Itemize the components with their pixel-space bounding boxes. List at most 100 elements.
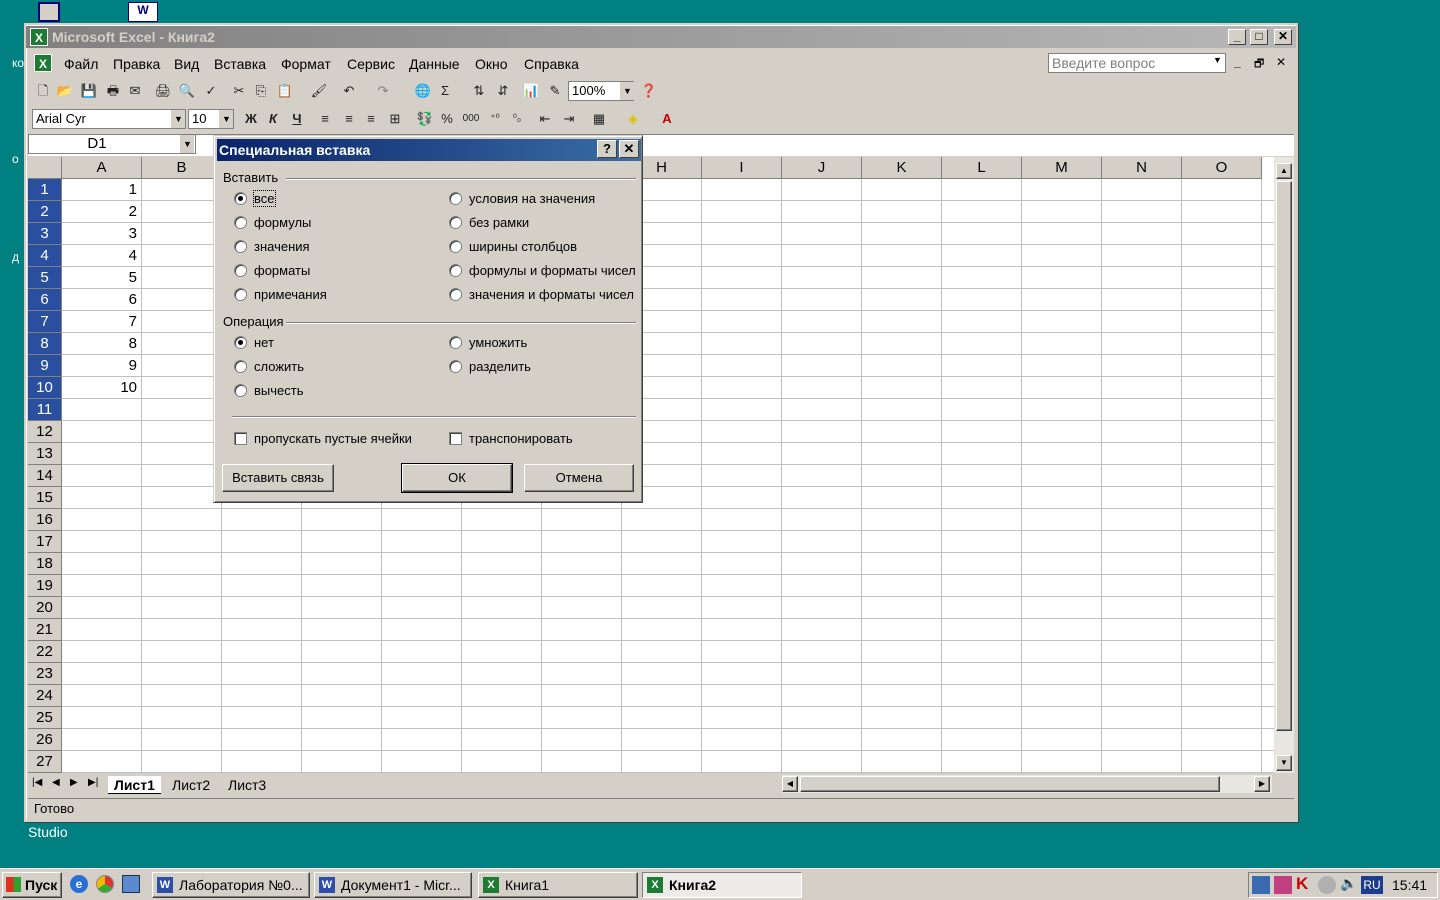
cut-icon[interactable]: ✂ bbox=[228, 80, 250, 102]
increase-decimal-icon[interactable]: ⁺⁰ bbox=[484, 108, 506, 130]
scroll-left-button[interactable]: ◀ bbox=[782, 776, 798, 792]
column-header-k[interactable]: K bbox=[862, 157, 942, 179]
menu-help[interactable]: Справка bbox=[524, 54, 579, 74]
column-header-j[interactable]: J bbox=[782, 157, 862, 179]
excel-app-icon[interactable]: X bbox=[30, 28, 48, 46]
row-header-7[interactable]: 7 bbox=[28, 311, 62, 333]
font-color-icon[interactable]: A bbox=[656, 108, 678, 130]
paste-radio-1[interactable]: формулы bbox=[232, 214, 311, 232]
next-sheet-icon[interactable]: ▶ bbox=[70, 777, 78, 788]
sheet-tab-2[interactable]: Лист2 bbox=[166, 776, 216, 794]
row-header-22[interactable]: 22 bbox=[28, 641, 62, 663]
users-icon[interactable] bbox=[1274, 876, 1292, 894]
desktop-icon-word[interactable]: W bbox=[128, 2, 158, 22]
row-header-19[interactable]: 19 bbox=[28, 575, 62, 597]
desktop-icon-display[interactable] bbox=[38, 2, 60, 22]
increase-indent-icon[interactable]: ⇥ bbox=[558, 108, 580, 130]
chrome-icon[interactable] bbox=[96, 875, 114, 893]
cell-a8[interactable]: 8 bbox=[62, 333, 140, 355]
language-indicator[interactable]: RU bbox=[1361, 876, 1383, 894]
underline-button[interactable]: Ч bbox=[286, 108, 308, 130]
ok-button[interactable]: ОК bbox=[401, 463, 513, 493]
operation-extra-radio-1[interactable]: разделить bbox=[447, 358, 531, 376]
paste-radio-2[interactable]: значения bbox=[232, 238, 310, 256]
cell-a7[interactable]: 7 bbox=[62, 311, 140, 333]
chevron-down-icon[interactable]: ▼ bbox=[180, 135, 194, 153]
print-icon[interactable]: 🖨 bbox=[152, 80, 174, 102]
permission-icon[interactable]: 🖶 bbox=[102, 80, 124, 102]
row-header-17[interactable]: 17 bbox=[28, 531, 62, 553]
email-icon[interactable]: ✉ bbox=[124, 80, 146, 102]
column-header-o[interactable]: O bbox=[1182, 157, 1262, 179]
cell-a1[interactable]: 1 bbox=[62, 179, 140, 201]
chevron-down-icon[interactable]: ▼ bbox=[219, 110, 233, 128]
column-header-n[interactable]: N bbox=[1102, 157, 1182, 179]
print-preview-icon[interactable]: 🔍 bbox=[176, 80, 198, 102]
volume-icon[interactable]: 🔈 bbox=[1340, 875, 1357, 892]
row-header-6[interactable]: 6 bbox=[28, 289, 62, 311]
row-header-12[interactable]: 12 bbox=[28, 421, 62, 443]
dialog-close-button[interactable]: ✕ bbox=[619, 140, 639, 158]
menu-format[interactable]: Формат bbox=[281, 54, 331, 74]
row-header-5[interactable]: 5 bbox=[28, 267, 62, 289]
scroll-up-button[interactable]: ▲ bbox=[1276, 163, 1292, 179]
decrease-decimal-icon[interactable]: ⁰₀ bbox=[506, 108, 528, 130]
sheet-tab-3[interactable]: Лист3 bbox=[222, 776, 272, 794]
transpose-checkbox[interactable]: транспонировать bbox=[447, 430, 573, 448]
row-header-25[interactable]: 25 bbox=[28, 707, 62, 729]
menu-insert[interactable]: Вставка bbox=[214, 54, 266, 74]
workbook-icon[interactable]: X bbox=[34, 54, 52, 72]
paste-icon[interactable]: 📋 bbox=[274, 80, 296, 102]
chevron-down-icon[interactable]: ▼ bbox=[171, 110, 185, 128]
help-icon[interactable]: ❓ bbox=[638, 80, 660, 102]
doc-close-button[interactable]: ✕ bbox=[1276, 55, 1286, 69]
minimize-button[interactable]: _ bbox=[1228, 29, 1246, 45]
fill-color-icon[interactable]: ◈ bbox=[622, 108, 644, 130]
operation-radio-2[interactable]: вычесть bbox=[232, 382, 303, 400]
row-header-24[interactable]: 24 bbox=[28, 685, 62, 707]
cell-a2[interactable]: 2 bbox=[62, 201, 140, 223]
first-sheet-icon[interactable]: |◀ bbox=[32, 777, 42, 788]
paste-extra-radio-1[interactable]: без рамки bbox=[447, 214, 529, 232]
column-header-i[interactable]: I bbox=[702, 157, 782, 179]
antivirus-icon[interactable]: K bbox=[1296, 874, 1308, 894]
operation-extra-radio-0[interactable]: умножить bbox=[447, 334, 527, 352]
thousands-button[interactable]: 000 bbox=[460, 108, 482, 130]
row-header-10[interactable]: 10 bbox=[28, 377, 62, 399]
hyperlink-icon[interactable]: 🌐 bbox=[412, 80, 434, 102]
cell-a10[interactable]: 10 bbox=[62, 377, 140, 399]
decrease-indent-icon[interactable]: ⇤ bbox=[534, 108, 556, 130]
row-header-1[interactable]: 1 bbox=[28, 179, 62, 201]
open-icon[interactable]: 📂 bbox=[54, 80, 76, 102]
italic-button[interactable]: К bbox=[262, 108, 284, 130]
maximize-button[interactable]: □ bbox=[1250, 29, 1268, 45]
chart-wizard-icon[interactable]: 📊 bbox=[520, 80, 542, 102]
drawing-icon[interactable]: ✎ bbox=[544, 80, 566, 102]
menu-edit[interactable]: Правка bbox=[113, 54, 160, 74]
dialog-help-button[interactable]: ? bbox=[597, 140, 617, 158]
borders-icon[interactable]: ▦ bbox=[588, 108, 610, 130]
align-right-icon[interactable]: ≡ bbox=[360, 108, 382, 130]
scroll-thumb[interactable] bbox=[1276, 181, 1292, 731]
row-header-9[interactable]: 9 bbox=[28, 355, 62, 377]
hscroll-thumb[interactable] bbox=[800, 776, 1220, 792]
paste-extra-radio-0[interactable]: условия на значения bbox=[447, 190, 595, 208]
name-box[interactable]: D1 bbox=[28, 134, 196, 154]
autosum-icon[interactable]: Σ bbox=[434, 80, 456, 102]
row-header-3[interactable]: 3 bbox=[28, 223, 62, 245]
row-header-16[interactable]: 16 bbox=[28, 509, 62, 531]
help-question-input[interactable]: Введите вопрос bbox=[1048, 53, 1226, 73]
paste-radio-4[interactable]: примечания bbox=[232, 286, 327, 304]
save-icon[interactable]: 💾 bbox=[78, 80, 100, 102]
cell-a5[interactable]: 5 bbox=[62, 267, 140, 289]
scroll-right-button[interactable]: ▶ bbox=[1254, 776, 1270, 792]
row-header-13[interactable]: 13 bbox=[28, 443, 62, 465]
task-button[interactable]: W Лаборатория №0... bbox=[152, 872, 310, 898]
row-header-8[interactable]: 8 bbox=[28, 333, 62, 355]
task-button[interactable]: W Документ1 - Micr... bbox=[314, 872, 472, 898]
dialog-title[interactable]: Специальная вставка bbox=[217, 139, 641, 161]
row-header-18[interactable]: 18 bbox=[28, 553, 62, 575]
horizontal-scrollbar[interactable]: ◀ ▶ bbox=[782, 775, 1272, 793]
row-header-2[interactable]: 2 bbox=[28, 201, 62, 223]
currency-icon[interactable]: 💱 bbox=[414, 108, 436, 130]
